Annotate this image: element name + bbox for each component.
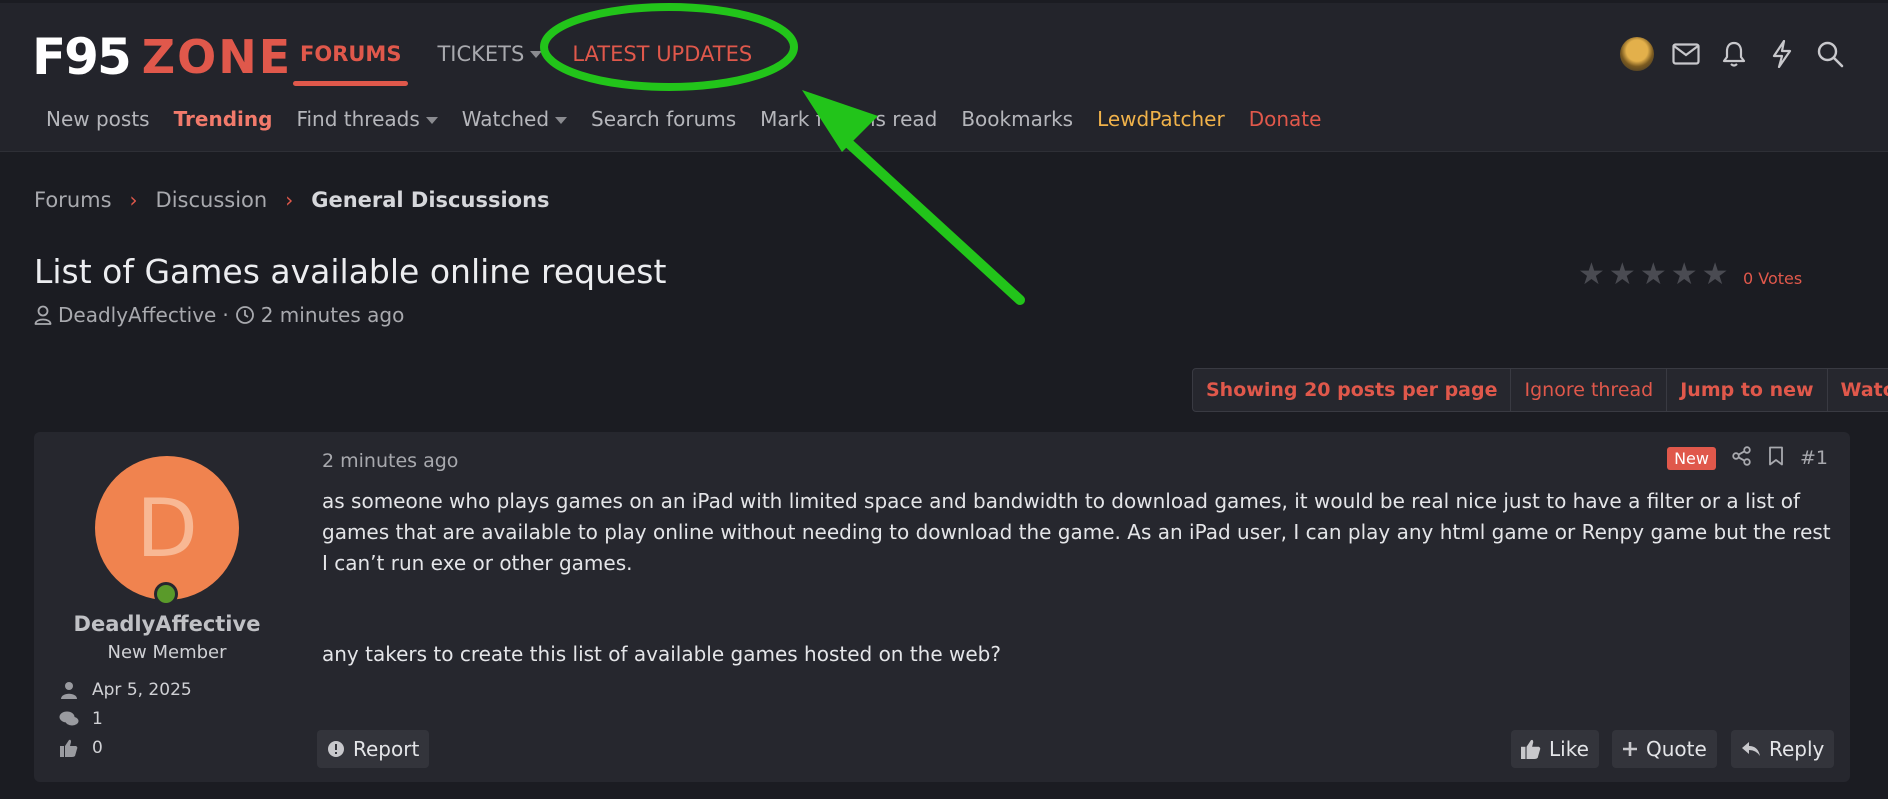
subnav-find-threads[interactable]: Find threads (296, 107, 438, 131)
top-header: F95 ZONE FORUMS TICKETS LATEST UPDATES N… (0, 3, 1888, 152)
chevron-right-icon: › (129, 188, 138, 212)
subnav-bookmarks[interactable]: Bookmarks (961, 107, 1073, 131)
header-icons (1620, 37, 1846, 71)
nav-tickets-label: TICKETS (437, 42, 525, 66)
thumbs-up-icon (1521, 739, 1541, 759)
user-icon (58, 681, 80, 699)
watch-button[interactable]: Watch (1826, 369, 1888, 411)
site-logo[interactable]: F95 ZONE (32, 28, 292, 86)
subnav-search-forums[interactable]: Search forums (591, 107, 736, 131)
nav-tickets[interactable]: TICKETS (437, 25, 543, 83)
subnav-trending[interactable]: Trending (174, 107, 273, 131)
star-icon[interactable]: ★ (1578, 260, 1605, 290)
chevron-right-icon: › (285, 188, 294, 212)
user-joined: Apr 5, 2025 (58, 680, 192, 700)
reply-icon (1742, 742, 1760, 756)
star-icon[interactable]: ★ (1671, 260, 1698, 290)
lightning-icon[interactable] (1766, 38, 1798, 70)
breadcrumb: Forums › Discussion › General Discussion… (34, 188, 550, 212)
nav-latest-updates-label: LATEST UPDATES (572, 42, 753, 66)
ignore-thread-button[interactable]: Ignore thread (1510, 369, 1666, 411)
nav-forums[interactable]: FORUMS (292, 25, 409, 86)
breadcrumb-forums[interactable]: Forums (34, 188, 112, 212)
user-title: New Member (107, 642, 227, 663)
post-paragraph: as someone who plays games on an iPad wi… (322, 489, 1831, 575)
post-number[interactable]: #1 (1800, 447, 1828, 469)
subnav-lewdpatcher[interactable]: LewdPatcher (1097, 107, 1225, 131)
chevron-down-icon (425, 117, 438, 124)
online-status-icon (154, 582, 178, 606)
quote-label: Quote (1646, 737, 1707, 761)
subnav-watched-label: Watched (461, 107, 550, 131)
post-header-actions: New #1 (1667, 446, 1828, 470)
clock-icon (235, 306, 254, 324)
avatar-letter: D (136, 481, 198, 575)
user-reactions: 0 (58, 738, 103, 758)
star-icon[interactable]: ★ (1609, 260, 1636, 290)
new-badge: New (1667, 446, 1716, 470)
subnav-find-threads-label: Find threads (296, 107, 420, 131)
quote-button[interactable]: Quote (1612, 730, 1717, 768)
thread-actions: Showing 20 posts per page Ignore thread … (1192, 368, 1888, 412)
report-label: Report (353, 737, 420, 761)
user-avatar[interactable] (1620, 37, 1654, 71)
breadcrumb-discussion[interactable]: Discussion (156, 188, 268, 212)
like-button[interactable]: Like (1511, 730, 1599, 768)
mail-icon[interactable] (1670, 38, 1702, 70)
nav-latest-updates[interactable]: LATEST UPDATES (572, 25, 752, 83)
reply-button[interactable]: Reply (1731, 730, 1835, 768)
votes-count: 0 Votes (1743, 269, 1803, 288)
posts-per-page-button[interactable]: Showing 20 posts per page (1193, 369, 1510, 411)
page-title: List of Games available online request (34, 252, 667, 291)
subnav-new-posts[interactable]: New posts (46, 107, 150, 131)
report-button[interactable]: Report (317, 730, 430, 768)
subnav-donate[interactable]: Donate (1249, 107, 1322, 131)
subnav-watched[interactable]: Watched (461, 107, 568, 131)
jump-to-new-button[interactable]: Jump to new (1666, 369, 1826, 411)
bookmark-icon[interactable] (1768, 446, 1784, 470)
share-icon[interactable] (1732, 446, 1752, 470)
chevron-down-icon (530, 50, 543, 58)
joined-date: Apr 5, 2025 (92, 680, 192, 700)
reply-label: Reply (1769, 737, 1825, 761)
user-icon (34, 305, 52, 325)
logo-f95: F95 (32, 28, 132, 86)
avatar[interactable]: D (95, 456, 239, 600)
alert-icon (328, 741, 344, 757)
like-label: Like (1549, 737, 1589, 761)
annotation-arrow-shaft (838, 133, 1025, 305)
chevron-down-icon (555, 117, 568, 124)
thread-time[interactable]: 2 minutes ago (261, 303, 405, 327)
thumbs-up-icon (58, 739, 80, 757)
star-icon[interactable]: ★ (1702, 260, 1729, 290)
meta-separator: · (222, 303, 229, 327)
post: D DeadlyAffective New Member Apr 5, 2025… (34, 432, 1850, 782)
star-icon[interactable]: ★ (1640, 260, 1667, 290)
plus-icon (1623, 742, 1637, 756)
post-username[interactable]: DeadlyAffective (34, 612, 300, 636)
post-time[interactable]: 2 minutes ago (322, 450, 458, 472)
comments-icon (58, 711, 80, 727)
main-nav: FORUMS TICKETS LATEST UPDATES (292, 25, 788, 86)
subnav-mark-forums-read[interactable]: Mark forums read (760, 107, 937, 131)
sub-nav: New posts Trending Find threads Watched … (46, 107, 1345, 131)
logo-zone: ZONE (141, 30, 293, 84)
rating-stars[interactable]: ★ ★ ★ ★ ★ (1578, 260, 1729, 290)
messages-count: 1 (92, 709, 103, 729)
post-paragraph: any takers to create this list of availa… (322, 642, 1001, 666)
search-icon[interactable] (1814, 38, 1846, 70)
breadcrumb-general-discussions[interactable]: General Discussions (311, 188, 549, 212)
thread-meta: DeadlyAffective · 2 minutes ago (34, 303, 404, 327)
nav-forums-label: FORUMS (300, 42, 402, 66)
reactions-count: 0 (92, 738, 103, 758)
user-messages: 1 (58, 709, 103, 729)
post-body: as someone who plays games on an iPad wi… (322, 486, 1832, 670)
bell-icon[interactable] (1718, 38, 1750, 70)
thread-author[interactable]: DeadlyAffective (58, 303, 216, 327)
